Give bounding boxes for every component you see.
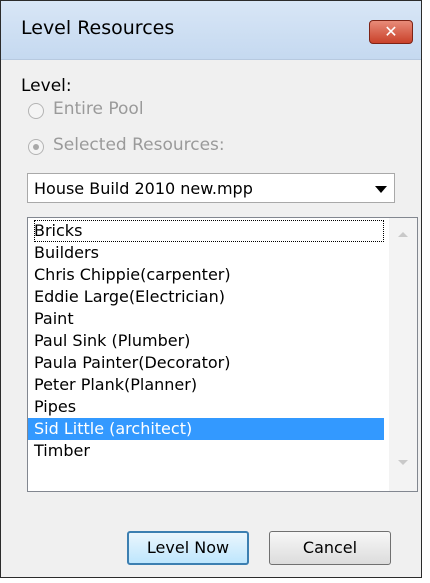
selected-resources-radio[interactable] [28,139,44,155]
entire-pool-radio[interactable] [28,103,44,119]
level-label: Level: [21,76,72,96]
project-select[interactable]: House Build 2010 new.mpp [27,173,395,203]
scroll-down-icon[interactable] [398,460,408,465]
chevron-down-icon[interactable] [375,186,387,193]
level-resources-dialog: Level Resources ✕ Level: Entire Pool Sel… [0,0,422,578]
list-item[interactable]: Builders [34,242,384,264]
close-icon: ✕ [384,22,398,41]
window-title: Level Resources [21,17,175,39]
selected-resources-label: Selected Resources: [53,135,225,155]
level-now-button[interactable]: Level Now [127,531,249,565]
list-item[interactable]: Peter Plank(Planner) [34,374,384,396]
list-item[interactable]: Bricks [34,220,384,242]
resource-list-scrollbar[interactable] [389,218,417,491]
resource-list[interactable]: Bricks Builders Chris Chippie(carpenter)… [27,217,418,492]
entire-pool-label: Entire Pool [53,99,144,119]
list-item[interactable]: Eddie Large(Electrician) [34,286,384,308]
background-edge [422,0,430,583]
list-item[interactable]: Pipes [34,396,384,418]
list-item[interactable]: Paint [34,308,384,330]
list-item[interactable]: Paul Sink (Plumber) [34,330,384,352]
list-item[interactable]: Chris Chippie(carpenter) [34,264,384,286]
list-item[interactable]: Paula Painter(Decorator) [34,352,384,374]
cancel-button[interactable]: Cancel [269,531,391,565]
close-button[interactable]: ✕ [369,20,413,44]
title-bar: Level Resources ✕ [1,1,421,60]
scroll-up-icon[interactable] [398,232,408,237]
list-item-selected[interactable]: Sid Little (architect) [28,418,384,440]
project-select-value: House Build 2010 new.mpp [34,179,253,198]
list-item[interactable]: Timber [34,440,384,462]
